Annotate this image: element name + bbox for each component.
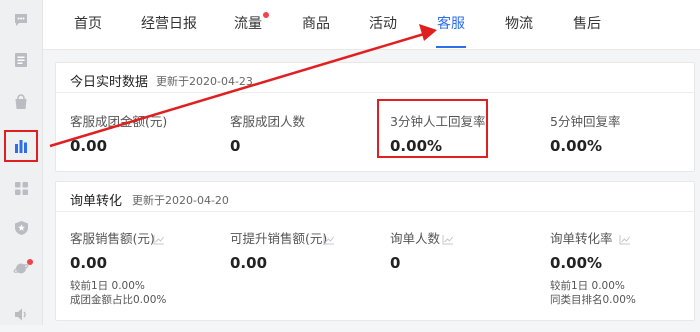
ratio-text: 成团金额占比0.00%: [70, 294, 167, 306]
trend-chart-icon[interactable]: [153, 230, 165, 249]
metric-label: 询单人数: [390, 231, 441, 246]
metric-label: 可提升销售额(元): [230, 231, 328, 246]
speaker-icon: [14, 307, 29, 322]
metric-label: 客服销售额(元): [70, 231, 155, 246]
realtime-data-card: 今日实时数据 更新于2020-04-23 客服成团金额(元) 0.00 客服成团…: [55, 62, 695, 172]
shopping-bag-icon: [13, 94, 29, 110]
updated-time: 更新于2020-04-23: [156, 75, 253, 88]
metric-value: 0.00: [230, 254, 268, 272]
shield-star-icon: [14, 220, 29, 236]
metric-label: 询单转化率: [550, 231, 613, 246]
metric-value: 0: [390, 254, 401, 272]
inquiry-conversion-card: 询单转化 更新于2020-04-20 客服销售额(元) 0.00 较前1日 0.…: [55, 181, 695, 321]
metric-label: 客服成团人数: [230, 114, 306, 129]
active-tab-indicator: [436, 46, 466, 48]
document-icon: [14, 52, 28, 68]
card-header: 今日实时数据 更新于2020-04-23: [56, 63, 694, 93]
tab-traffic[interactable]: 流量: [234, 0, 262, 50]
card-title: 询单转化: [70, 194, 123, 209]
sidebar-item-shop[interactable]: [0, 210, 42, 246]
traffic-badge-dot: [263, 12, 269, 18]
sidebar-item-sound[interactable]: [0, 296, 42, 332]
compare-previous-day: 较前1日 0.00%: [550, 280, 625, 292]
sidebar-item-orders[interactable]: [0, 42, 42, 78]
tab-customer-service[interactable]: 客服: [437, 0, 465, 50]
sidebar-item-goods[interactable]: [0, 84, 42, 120]
metric-label: 客服成团金额(元): [70, 114, 168, 129]
sidebar-item-data[interactable]: [4, 130, 38, 162]
metric-value: 0: [230, 137, 241, 155]
updated-time: 更新于2020-04-20: [132, 194, 229, 207]
trend-chart-icon[interactable]: [619, 230, 631, 249]
tab-goods[interactable]: 商品: [302, 0, 330, 50]
tab-activity[interactable]: 活动: [369, 0, 397, 50]
notification-dot: [27, 259, 33, 265]
chat-icon: [13, 12, 29, 28]
card-title: 今日实时数据: [70, 75, 149, 90]
tab-logistics[interactable]: 物流: [505, 0, 533, 50]
metric-value: 0.00%: [550, 137, 603, 155]
card-header: 询单转化 更新于2020-04-20: [56, 182, 694, 212]
annotation-highlight-box: [377, 99, 488, 158]
left-sidebar: [0, 0, 43, 325]
trend-chart-icon[interactable]: [442, 230, 454, 249]
metric-label: 5分钟回复率: [550, 114, 621, 129]
sidebar-item-apps[interactable]: [0, 170, 42, 206]
tab-after-sales[interactable]: 售后: [573, 0, 601, 50]
tab-home[interactable]: 首页: [74, 0, 102, 50]
compare-previous-day: 较前1日 0.00%: [70, 280, 145, 292]
metric-value: 0.00: [70, 254, 108, 272]
sidebar-item-messages[interactable]: [0, 2, 42, 38]
trend-chart-icon[interactable]: [323, 230, 335, 249]
metric-value: 0.00: [70, 137, 108, 155]
sidebar-item-promotion[interactable]: [0, 250, 42, 286]
category-rank-text: 同类目排名0.00%: [550, 294, 636, 306]
tab-daily-report[interactable]: 经营日报: [141, 0, 197, 50]
metric-value: 0.00%: [550, 254, 603, 272]
bar-chart-icon: [13, 138, 29, 154]
top-navigation: 首页 经营日报 流量 商品 活动 客服 物流 售后: [43, 0, 700, 50]
apps-grid-icon: [14, 181, 29, 196]
